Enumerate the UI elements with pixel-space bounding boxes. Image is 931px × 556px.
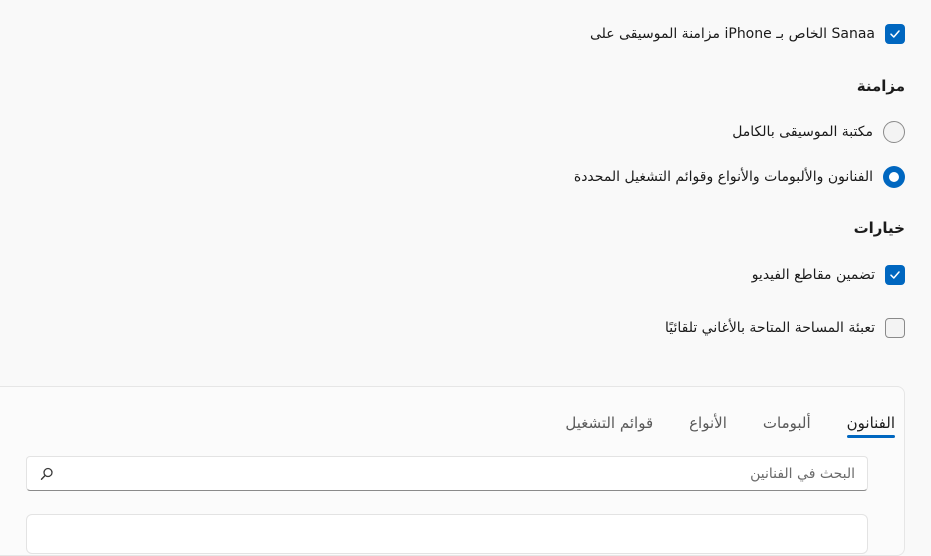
tab-albums[interactable]: ألبومات [763,414,811,438]
tab-artists[interactable]: الفنانون [846,414,896,438]
radio-dot-icon [889,172,899,182]
search-icon[interactable] [40,467,54,481]
checkmark-icon [890,30,900,38]
tab-playlists[interactable]: قوائم التشغيل [565,414,653,438]
include-videos-label: تضمين مقاطع الفيديو [751,267,875,283]
sync-section-title: مزامنة [856,77,905,95]
search-input[interactable] [67,457,857,490]
options-section-title: خيارات [853,219,905,237]
include-videos-option[interactable]: تضمين مقاطع الفيديو [752,265,905,285]
radio-selected-items[interactable]: الفنانون والألبومات والأنواع وقوائم التش… [574,166,905,188]
search-box[interactable] [26,456,868,491]
tab-genres[interactable]: الأنواع [689,414,727,438]
checkmark-icon [890,271,900,279]
sync-music-option[interactable]: مزامنة الموسيقى على iPhone الخاص بـ Sana… [590,24,905,44]
artists-list[interactable] [26,514,868,554]
selected-items-label: الفنانون والألبومات والأنواع وقوائم التش… [573,169,873,185]
category-tabs: الفنانون ألبومات الأنواع قوائم التشغيل [565,414,896,438]
entire-library-label: مكتبة الموسيقى بالكامل [732,124,873,140]
entire-library-radio[interactable] [883,121,905,143]
selected-items-radio[interactable] [883,166,905,188]
radio-entire-library[interactable]: مكتبة الموسيقى بالكامل [732,121,905,143]
include-videos-checkbox[interactable] [885,265,905,285]
sync-music-label: مزامنة الموسيقى على iPhone الخاص بـ Sana… [589,26,875,42]
autofill-label: تعبئة المساحة المتاحة بالأغاني تلقائيًا [664,320,875,336]
autofill-checkbox[interactable] [885,318,905,338]
sync-music-checkbox[interactable] [885,24,905,44]
autofill-option[interactable]: تعبئة المساحة المتاحة بالأغاني تلقائيًا [665,318,905,338]
